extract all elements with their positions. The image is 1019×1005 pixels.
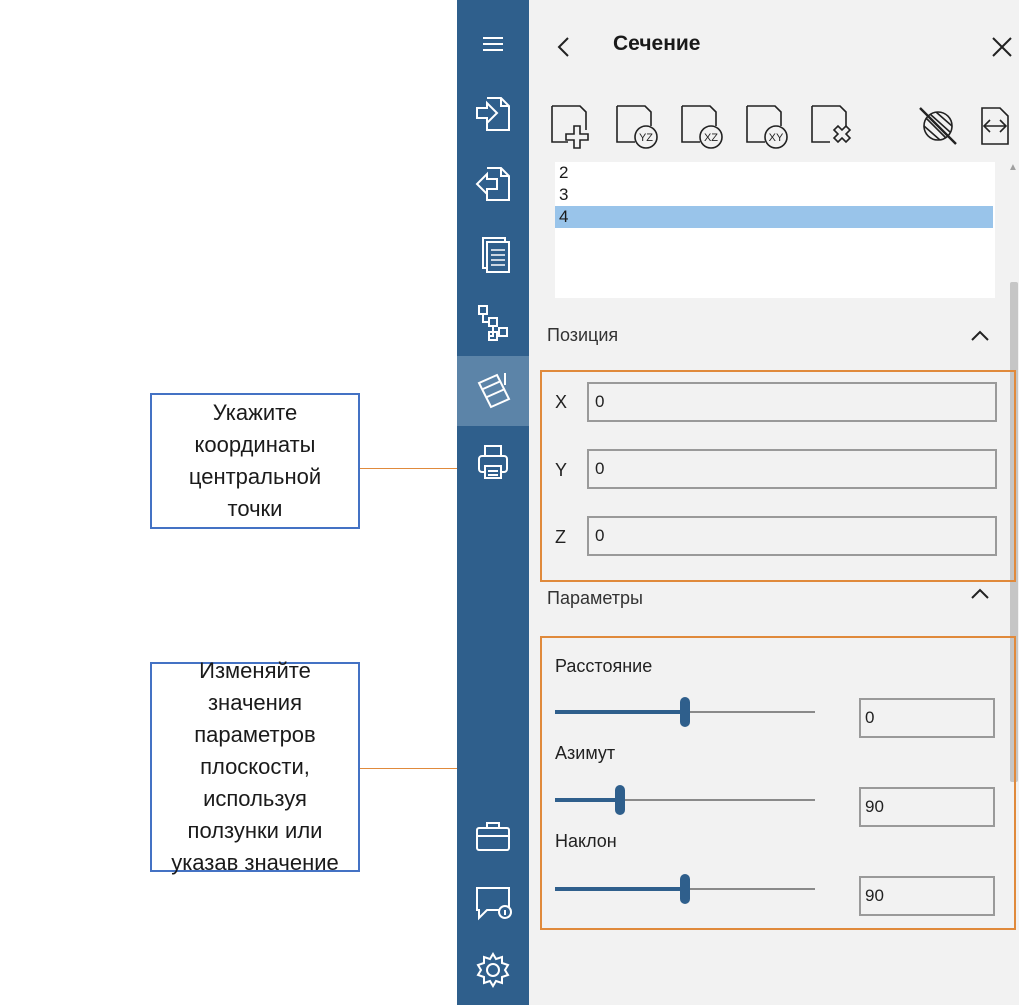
document-icon[interactable] — [467, 228, 519, 280]
svg-text:XY: XY — [769, 132, 784, 144]
position-section-label[interactable]: Позиция — [547, 325, 618, 346]
sidebar — [457, 0, 529, 1005]
briefcase-icon[interactable] — [467, 810, 519, 862]
chevron-up-icon[interactable] — [969, 328, 991, 344]
flip-section-icon[interactable] — [969, 98, 1019, 152]
panel-title: Сечение — [613, 32, 701, 55]
coords-callout: Укажите координаты центральной точки — [150, 393, 360, 529]
svg-text:YZ: YZ — [639, 132, 653, 144]
settings-icon[interactable] — [467, 944, 519, 996]
params-highlight-frame — [540, 636, 1016, 930]
svg-text:XZ: XZ — [704, 132, 718, 144]
add-section-icon[interactable] — [547, 98, 599, 152]
list-item[interactable]: 3 — [555, 184, 995, 206]
scroll-up-icon[interactable]: ▲ — [1007, 162, 1019, 178]
params-section-label[interactable]: Параметры — [547, 588, 643, 609]
tree-icon[interactable] — [467, 296, 519, 348]
sections-list[interactable]: 2 3 4 — [555, 162, 995, 298]
params-callout: Изменяйте значения параметров плоскости,… — [150, 658, 360, 875]
print-icon[interactable] — [467, 436, 519, 488]
section-tool-icon[interactable] — [467, 365, 519, 417]
params-callout-text: Изменяйте значения параметров плоскости,… — [171, 658, 339, 875]
coords-callout-text: Укажите координаты центральной точки — [188, 400, 322, 521]
delete-section-icon[interactable] — [807, 98, 859, 152]
hide-section-icon[interactable] — [913, 98, 965, 152]
menu-icon[interactable] — [467, 18, 519, 70]
back-button[interactable] — [549, 30, 579, 64]
list-item[interactable]: 2 — [555, 162, 995, 184]
list-item-selected[interactable]: 4 — [555, 206, 993, 228]
section-xy-icon[interactable]: XY — [742, 98, 794, 152]
section-yz-icon[interactable]: YZ — [612, 98, 664, 152]
import-icon[interactable] — [467, 88, 519, 140]
panel-header: Сечение — [529, 0, 1019, 90]
position-highlight-frame — [540, 370, 1016, 582]
section-xz-icon[interactable]: XZ — [677, 98, 729, 152]
chevron-up-icon[interactable] — [969, 586, 991, 602]
export-icon[interactable] — [467, 158, 519, 210]
close-button[interactable] — [987, 30, 1017, 64]
feedback-icon[interactable] — [467, 876, 519, 928]
